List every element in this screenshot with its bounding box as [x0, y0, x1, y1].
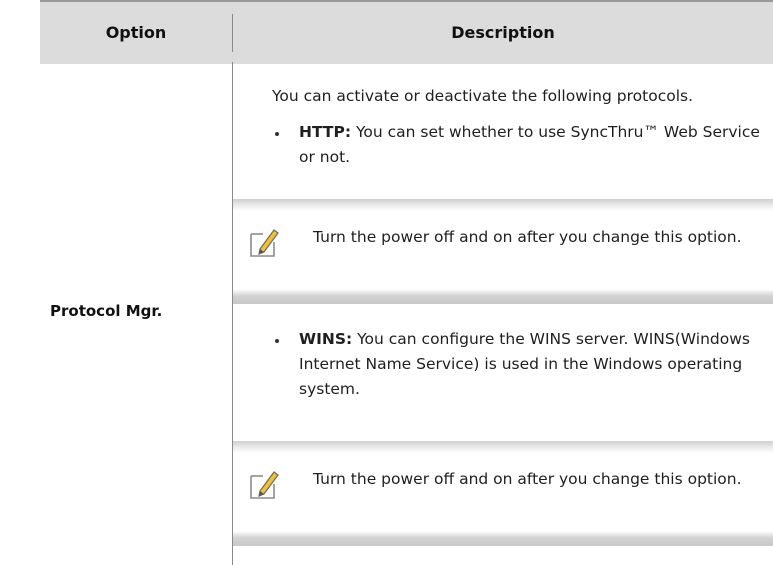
note-pencil-icon	[250, 229, 279, 257]
item-text: You can configure the WINS server. WINS(…	[299, 330, 750, 398]
note-box: Turn the power off and on after you chan…	[233, 441, 773, 546]
header-option: Option	[105, 23, 167, 42]
option-protocol-mgr: Protocol Mgr.	[50, 302, 163, 320]
item-label: WINS:	[299, 330, 353, 348]
note-text: Turn the power off and on after you chan…	[313, 228, 742, 246]
options-table: Option Description Protocol Mgr. You can…	[0, 0, 773, 565]
item-text: You can set whether to use SyncThru™ Web…	[299, 123, 760, 166]
bullet-icon	[275, 339, 279, 343]
list-item-wins: WINS: You can configure the WINS server.…	[299, 327, 761, 402]
list-item-http: HTTP: You can set whether to use SyncThr…	[299, 120, 761, 170]
item-label: HTTP:	[299, 123, 352, 141]
header-description: Description	[451, 23, 555, 42]
bullet-icon	[275, 132, 279, 136]
note-pencil-icon	[250, 471, 279, 499]
table-header: Option Description	[40, 0, 773, 64]
description-intro: You can activate or deactivate the follo…	[272, 87, 694, 105]
note-text: Turn the power off and on after you chan…	[313, 470, 742, 488]
note-box: Turn the power off and on after you chan…	[233, 199, 773, 304]
